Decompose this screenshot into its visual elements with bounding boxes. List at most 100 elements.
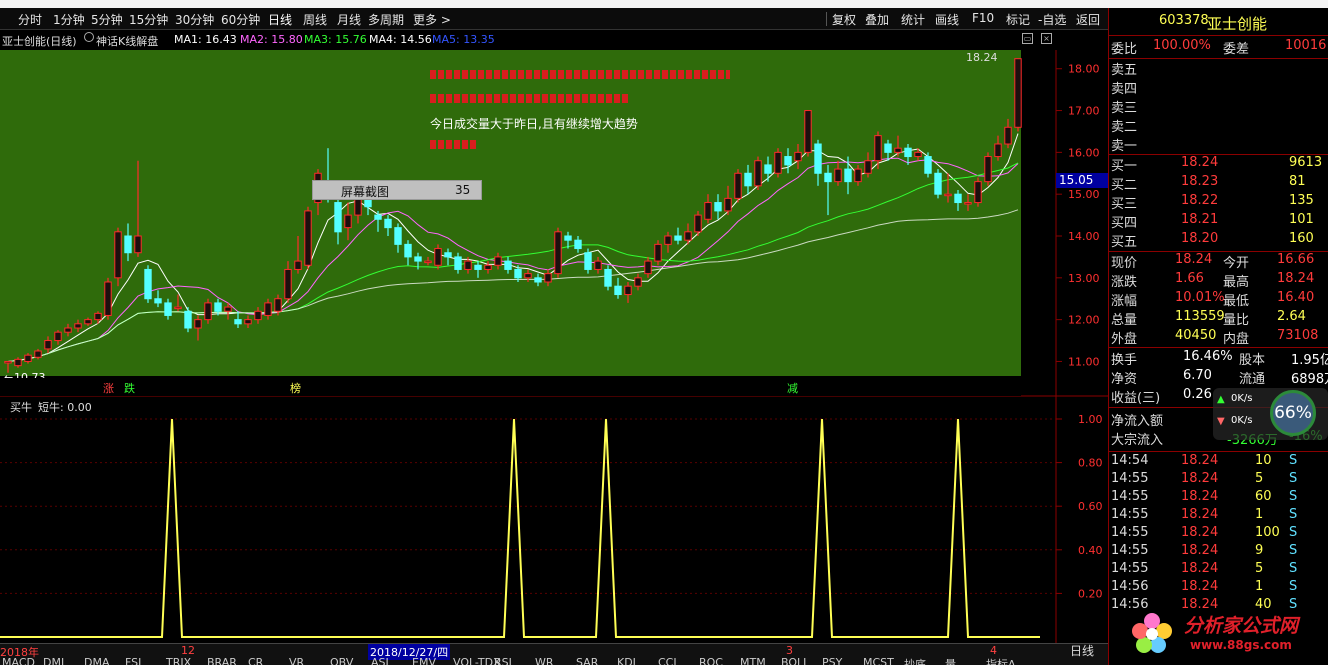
stat-value: 40450 bbox=[1175, 328, 1217, 343]
indicator-tab[interactable]: 量 bbox=[945, 658, 956, 665]
stat-label: 净资 bbox=[1111, 372, 1138, 387]
tick-time: 14:55 bbox=[1111, 561, 1149, 576]
indicator-tab[interactable]: ASI bbox=[371, 658, 389, 665]
indicator-tab[interactable]: OBV bbox=[330, 658, 353, 665]
period-tab-more[interactable]: 更多 > bbox=[413, 11, 451, 28]
indicator-tab[interactable]: BOLL bbox=[781, 658, 809, 665]
indicator-tab[interactable]: 指标A bbox=[986, 658, 1016, 665]
indicator-tab[interactable]: EMV bbox=[412, 658, 436, 665]
bid-price: 18.21 bbox=[1181, 212, 1219, 227]
indicator-tab[interactable]: KDJ bbox=[617, 658, 636, 665]
indicator-tab[interactable]: 抄底 bbox=[904, 658, 926, 665]
period-tab-30min[interactable]: 30分钟 bbox=[175, 11, 214, 28]
period-tab-multi[interactable]: 多周期 bbox=[368, 11, 404, 28]
stat-label: 收益(三) bbox=[1111, 391, 1161, 406]
indicator-tab[interactable]: WR bbox=[535, 658, 554, 665]
indicator-tab[interactable]: PSY bbox=[822, 658, 842, 665]
f10-button[interactable]: F10 bbox=[972, 11, 994, 25]
quote-row: 买三 18.22 135 bbox=[1109, 193, 1328, 212]
indicator-tab[interactable]: TRIX bbox=[166, 658, 191, 665]
main-chart-header: 亚士创能(日线) 神话K线解盘 MA1: 16.43 MA2: 15.80 MA… bbox=[0, 31, 1108, 49]
stat-label: 总量 bbox=[1111, 313, 1138, 328]
tick-volume: 1 bbox=[1255, 579, 1264, 594]
stat-label: 最低 bbox=[1223, 294, 1250, 309]
indicator-tab[interactable]: MTM bbox=[740, 658, 766, 665]
indicator-name[interactable]: 神话K线解盘 bbox=[96, 33, 158, 49]
bid-volume: 101 bbox=[1289, 212, 1314, 227]
marker-board: 榜 bbox=[290, 382, 301, 395]
bottom-tab-bar: 2018年 12 2018/12/27/四 3 4 日线 MACD DMI DMA F… bbox=[0, 643, 1108, 665]
indicator-tab[interactable]: DMA bbox=[84, 658, 110, 665]
bid-volume: 160 bbox=[1289, 231, 1314, 246]
indicator-tab[interactable]: CCI bbox=[658, 658, 677, 665]
period-tab-monthly[interactable]: 月线 bbox=[337, 11, 361, 28]
indicator-tick-label: 0.60 bbox=[1078, 500, 1103, 513]
indicator-tab[interactable]: MACD bbox=[2, 658, 35, 665]
stat-label: 涨幅 bbox=[1111, 294, 1138, 309]
date-label-12: 12 bbox=[181, 644, 195, 657]
indicator-tab[interactable]: BRAR bbox=[207, 658, 237, 665]
indicator-chart[interactable]: 1.00 0.80 0.60 0.40 0.20 bbox=[0, 397, 1108, 643]
tick-time: 14:55 bbox=[1111, 507, 1149, 522]
settings-dot-icon[interactable] bbox=[84, 32, 94, 42]
period-tab-5min[interactable]: 5分钟 bbox=[91, 11, 123, 28]
tick-price: 18.24 bbox=[1181, 561, 1219, 576]
indicator-lines: 1.00 0.80 0.60 0.40 0.20 bbox=[0, 413, 1103, 638]
indicator-tick-label: 0.80 bbox=[1078, 457, 1103, 470]
candle bbox=[654, 240, 662, 266]
stats-button[interactable]: 统计 bbox=[901, 11, 925, 28]
overlay-button[interactable]: 叠加 bbox=[865, 11, 889, 28]
indicator-tick-label: 0.40 bbox=[1078, 544, 1103, 557]
indicator-tab[interactable]: MCST bbox=[863, 658, 894, 665]
mark-button[interactable]: 标记 bbox=[1006, 11, 1030, 28]
period-tab-daily[interactable]: 日线 bbox=[268, 11, 292, 28]
bid-price: 18.23 bbox=[1181, 174, 1219, 189]
tick-price: 18.24 bbox=[1181, 489, 1219, 504]
window-close-icon[interactable]: × bbox=[1041, 33, 1052, 44]
candle bbox=[604, 265, 612, 291]
stat-label: 外盘 bbox=[1111, 332, 1138, 347]
period-tab-weekly[interactable]: 周线 bbox=[303, 11, 327, 28]
indicator-tab[interactable]: CR bbox=[248, 658, 263, 665]
indicator-tab[interactable]: ROC bbox=[699, 658, 723, 665]
stat-label: 流通 bbox=[1239, 372, 1266, 387]
bid-level-label: 买一 bbox=[1111, 159, 1138, 174]
tick-price: 18.24 bbox=[1181, 525, 1219, 540]
candle bbox=[804, 110, 812, 157]
tick-volume: 9 bbox=[1255, 543, 1264, 558]
tick-time: 14:55 bbox=[1111, 489, 1149, 504]
period-label[interactable]: 日线 bbox=[1070, 642, 1094, 659]
indicator-tab[interactable]: FSL bbox=[125, 658, 144, 665]
period-toolbar: 分时 1分钟 5分钟 15分钟 30分钟 60分钟 日线 周线 月线 多周期 更… bbox=[0, 8, 1108, 30]
tick-volume: 10 bbox=[1255, 453, 1272, 468]
back-button[interactable]: 返回 bbox=[1076, 11, 1100, 28]
indicator-tab[interactable]: RSI bbox=[494, 658, 512, 665]
watchlist-button[interactable]: -自选 bbox=[1038, 11, 1066, 28]
period-tab-minute[interactable]: 分时 bbox=[18, 11, 42, 28]
period-tab-60min[interactable]: 60分钟 bbox=[221, 11, 260, 28]
stat-value: 0.26 bbox=[1183, 387, 1212, 402]
candle bbox=[984, 152, 992, 186]
stat-value: 1.66 bbox=[1175, 271, 1204, 286]
watermark-url: www.88gs.com bbox=[1190, 638, 1292, 652]
bid-level-label: 买三 bbox=[1111, 197, 1138, 212]
indicator-tab[interactable]: VR bbox=[289, 658, 304, 665]
ma1-value: MA1: 16.43 bbox=[174, 33, 237, 46]
stat-label: 换手 bbox=[1111, 353, 1138, 368]
restore-right-button[interactable]: 复权 bbox=[832, 11, 856, 28]
tick-time: 14:55 bbox=[1111, 525, 1149, 540]
window-restore-icon[interactable]: ▭ bbox=[1022, 33, 1033, 44]
stat-value: 18.24 bbox=[1277, 271, 1315, 286]
candle bbox=[144, 265, 152, 303]
candle bbox=[924, 152, 932, 178]
draw-line-button[interactable]: 画线 bbox=[935, 11, 959, 28]
performance-gauge[interactable]: 66% bbox=[1270, 390, 1316, 436]
period-tab-1min[interactable]: 1分钟 bbox=[53, 11, 85, 28]
indicator-tab[interactable]: DMI bbox=[43, 658, 64, 665]
period-tab-15min[interactable]: 15分钟 bbox=[129, 11, 168, 28]
indicator-tab[interactable]: SAR bbox=[576, 658, 598, 665]
marker-rise: 涨 bbox=[103, 382, 114, 395]
price-axis: 18.00 17.00 16.00 15.00 14.00 13.00 12.00 11.00 bbox=[1056, 63, 1100, 368]
quote-row: 买二 18.23 81 bbox=[1109, 174, 1328, 193]
bid-level-label: 买二 bbox=[1111, 178, 1138, 193]
